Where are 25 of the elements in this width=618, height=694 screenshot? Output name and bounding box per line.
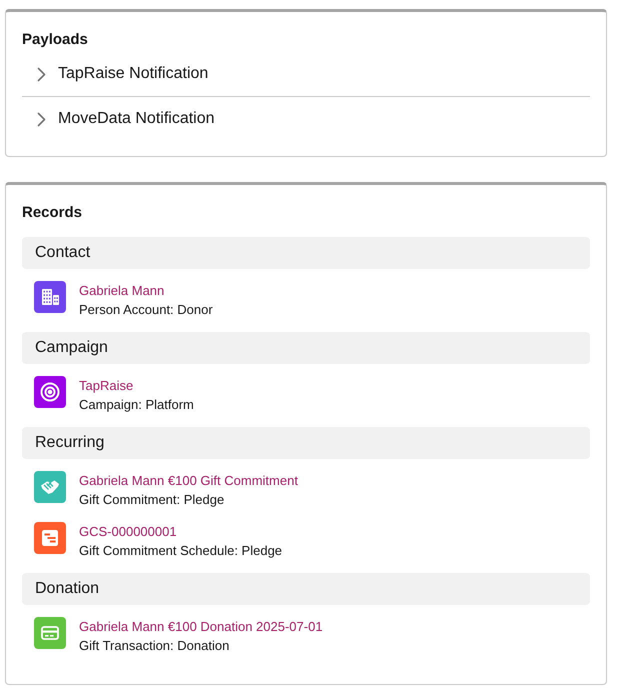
section-header: Recurring <box>22 427 590 459</box>
chevron-right-icon <box>37 66 46 82</box>
record-link[interactable]: Gabriela Mann €100 Donation 2025-07-01 <box>79 617 323 636</box>
card-title: Payloads <box>22 30 89 50</box>
record-type: Gift Transaction: Donation <box>79 637 230 655</box>
target-icon <box>34 376 66 408</box>
record-type: Campaign: Platform <box>79 396 194 414</box>
card-title: Records <box>22 203 84 223</box>
record-link[interactable]: Gabriela Mann €100 Gift Commitment <box>79 471 298 490</box>
record-type: Gift Commitment: Pledge <box>79 491 224 509</box>
section-header: Donation <box>22 573 590 605</box>
section-header: Contact <box>22 237 590 269</box>
payload-toggle[interactable]: TapRaise Notification <box>22 52 216 96</box>
record-link[interactable]: TapRaise <box>79 376 134 395</box>
schedule-icon <box>34 522 66 554</box>
section-header: Campaign <box>22 332 590 364</box>
record-type: Gift Commitment Schedule: Pledge <box>79 542 282 560</box>
payload-toggle[interactable]: MoveData Notification <box>22 97 223 141</box>
chevron-right-icon <box>37 112 46 126</box>
handshake-icon <box>34 471 66 503</box>
record-type: Person Account: Donor <box>79 301 213 319</box>
record-link[interactable]: Gabriela Mann <box>79 281 164 300</box>
credit-card-icon <box>34 617 66 649</box>
building-icon <box>34 281 66 313</box>
record-link[interactable]: GCS-000000001 <box>79 522 177 541</box>
